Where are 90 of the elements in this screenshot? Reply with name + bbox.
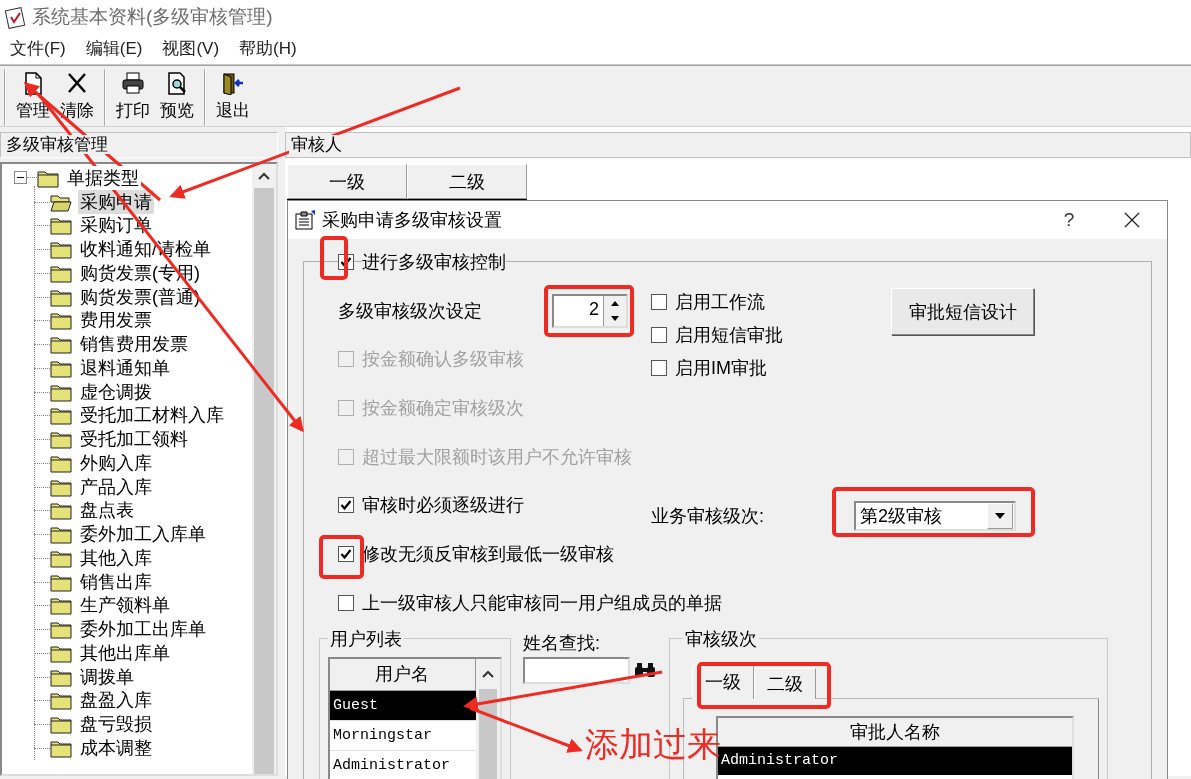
folder-icon bbox=[50, 215, 72, 236]
menu-item[interactable]: 视图(V) bbox=[152, 36, 230, 60]
tree-item[interactable]: 产品入库 bbox=[78, 474, 154, 499]
scrollbar[interactable] bbox=[252, 164, 276, 774]
group-title: 审核级次 bbox=[684, 627, 758, 651]
tree-item[interactable]: 盘亏毁损 bbox=[78, 712, 154, 737]
checkbox[interactable] bbox=[338, 594, 354, 611]
window-title: 系统基本资料(多级审核管理) bbox=[32, 5, 273, 29]
tree-item[interactable]: 调拨单 bbox=[78, 664, 136, 689]
spin-up-icon[interactable] bbox=[611, 300, 619, 306]
menu-item[interactable]: 帮助(H) bbox=[229, 36, 307, 60]
toolbar-button[interactable]: 退出 bbox=[212, 69, 254, 126]
folder-icon bbox=[50, 500, 72, 521]
toolbar-button[interactable]: 清除 bbox=[56, 69, 98, 126]
checkbox-label[interactable]: 启用短信审批 bbox=[675, 323, 783, 347]
tree-item[interactable]: 退料通知单 bbox=[78, 355, 172, 380]
folder-icon bbox=[50, 405, 72, 426]
tree-item[interactable]: 成本调整 bbox=[78, 735, 154, 760]
folder-icon bbox=[50, 334, 72, 355]
tree-item[interactable]: 委外加工出库单 bbox=[78, 617, 208, 642]
list-row[interactable]: Guest bbox=[330, 690, 476, 721]
toolbar-button[interactable]: 预览 bbox=[156, 69, 198, 126]
number-spinner[interactable]: 2 bbox=[552, 293, 628, 328]
tree-item[interactable]: 盘盈入库 bbox=[78, 688, 154, 713]
printer-icon bbox=[121, 71, 145, 95]
toolbar-button[interactable]: 打印 bbox=[112, 69, 154, 126]
tree-item[interactable]: 受托加工领料 bbox=[78, 427, 190, 452]
annotation-frame bbox=[319, 535, 364, 579]
menu-item[interactable]: 编辑(E) bbox=[75, 36, 153, 60]
checkbox[interactable] bbox=[338, 497, 354, 514]
tree-item[interactable]: 虚仓调拨 bbox=[78, 379, 154, 404]
folder-icon bbox=[50, 595, 72, 616]
binoculars-icon bbox=[634, 662, 656, 679]
tree-item[interactable]: 销售出库 bbox=[78, 569, 154, 594]
group-title: 用户列表 bbox=[329, 627, 403, 651]
column-header[interactable]: 用户名 bbox=[330, 658, 476, 691]
collapse-icon[interactable] bbox=[14, 171, 27, 185]
panel-header: 多级审核管理 bbox=[4, 135, 110, 154]
tree-item[interactable]: 盘点表 bbox=[78, 498, 136, 523]
list-row[interactable]: Administrator bbox=[330, 750, 476, 779]
menu-item[interactable]: 文件(F) bbox=[0, 36, 76, 60]
dialog-title: 采购申请多级审核设置 bbox=[322, 209, 503, 232]
folder-icon bbox=[50, 239, 72, 260]
checkbox[interactable] bbox=[338, 546, 354, 563]
checkbox[interactable] bbox=[651, 294, 667, 310]
field-label: 多级审核级次设定 bbox=[338, 299, 482, 323]
tree-item[interactable]: 其他入库 bbox=[78, 545, 154, 570]
folder-icon bbox=[50, 690, 72, 711]
folder-icon bbox=[50, 429, 72, 450]
tree-item[interactable]: 费用发票 bbox=[78, 308, 154, 333]
sms-design-button[interactable]: 审批短信设计 bbox=[891, 288, 1034, 335]
tree-item[interactable]: 销售费用发票 bbox=[78, 332, 190, 357]
cross-icon bbox=[65, 71, 89, 95]
scroll-up-icon[interactable] bbox=[481, 669, 494, 678]
help-button[interactable]: ? bbox=[1047, 209, 1091, 231]
folder-icon bbox=[50, 714, 72, 735]
tree-item[interactable]: 其他出库单 bbox=[78, 640, 172, 665]
tree-item[interactable]: 委外加工入库单 bbox=[78, 522, 208, 547]
list-row[interactable]: Morningstar bbox=[330, 720, 476, 751]
user-listbox[interactable]: 用户名 Guest Morningstar Administrator bbox=[328, 656, 502, 779]
spin-down-icon[interactable] bbox=[611, 315, 619, 321]
scroll-up-icon[interactable] bbox=[258, 172, 270, 180]
annotation-text: 添加过来 bbox=[585, 724, 721, 763]
checkbox[interactable] bbox=[651, 327, 667, 343]
close-icon[interactable] bbox=[1124, 212, 1140, 228]
table-row[interactable]: Administrator bbox=[718, 746, 1072, 775]
tree-item[interactable]: 单据类型 bbox=[65, 165, 141, 190]
tree-item[interactable]: 外购入库 bbox=[78, 450, 154, 475]
column-header[interactable]: 二级 bbox=[407, 164, 527, 199]
checkbox-label[interactable]: 进行多级审核控制 bbox=[362, 250, 506, 274]
folder-icon bbox=[50, 619, 72, 640]
level-dropdown[interactable]: 第2级审核 bbox=[854, 501, 1016, 531]
column-header[interactable]: 一级 bbox=[287, 164, 407, 199]
panel-header: 审核人 bbox=[289, 135, 344, 154]
folder-icon bbox=[50, 310, 72, 331]
checkbox-label[interactable]: 启用工作流 bbox=[675, 290, 765, 314]
checkbox-label[interactable]: 启用IM审批 bbox=[675, 356, 767, 380]
door-icon bbox=[221, 71, 245, 95]
checkbox-label[interactable]: 上一级审核人只能审核同一用户组成员的单据 bbox=[362, 590, 722, 615]
checkbox[interactable] bbox=[651, 360, 667, 376]
folder-icon bbox=[50, 524, 72, 545]
name-search-field[interactable] bbox=[523, 656, 630, 684]
tree-item[interactable]: 受托加工材料入库 bbox=[78, 403, 226, 428]
field-label: 业务审核级次: bbox=[651, 505, 765, 528]
field-label: 姓名查找: bbox=[523, 631, 601, 655]
scrollbar[interactable] bbox=[475, 658, 500, 779]
annotation-frame bbox=[320, 236, 348, 280]
dropdown-caret-icon bbox=[995, 513, 1005, 519]
tab[interactable]: 二级 bbox=[754, 667, 816, 699]
tree-item[interactable]: 生产领料单 bbox=[78, 593, 172, 618]
